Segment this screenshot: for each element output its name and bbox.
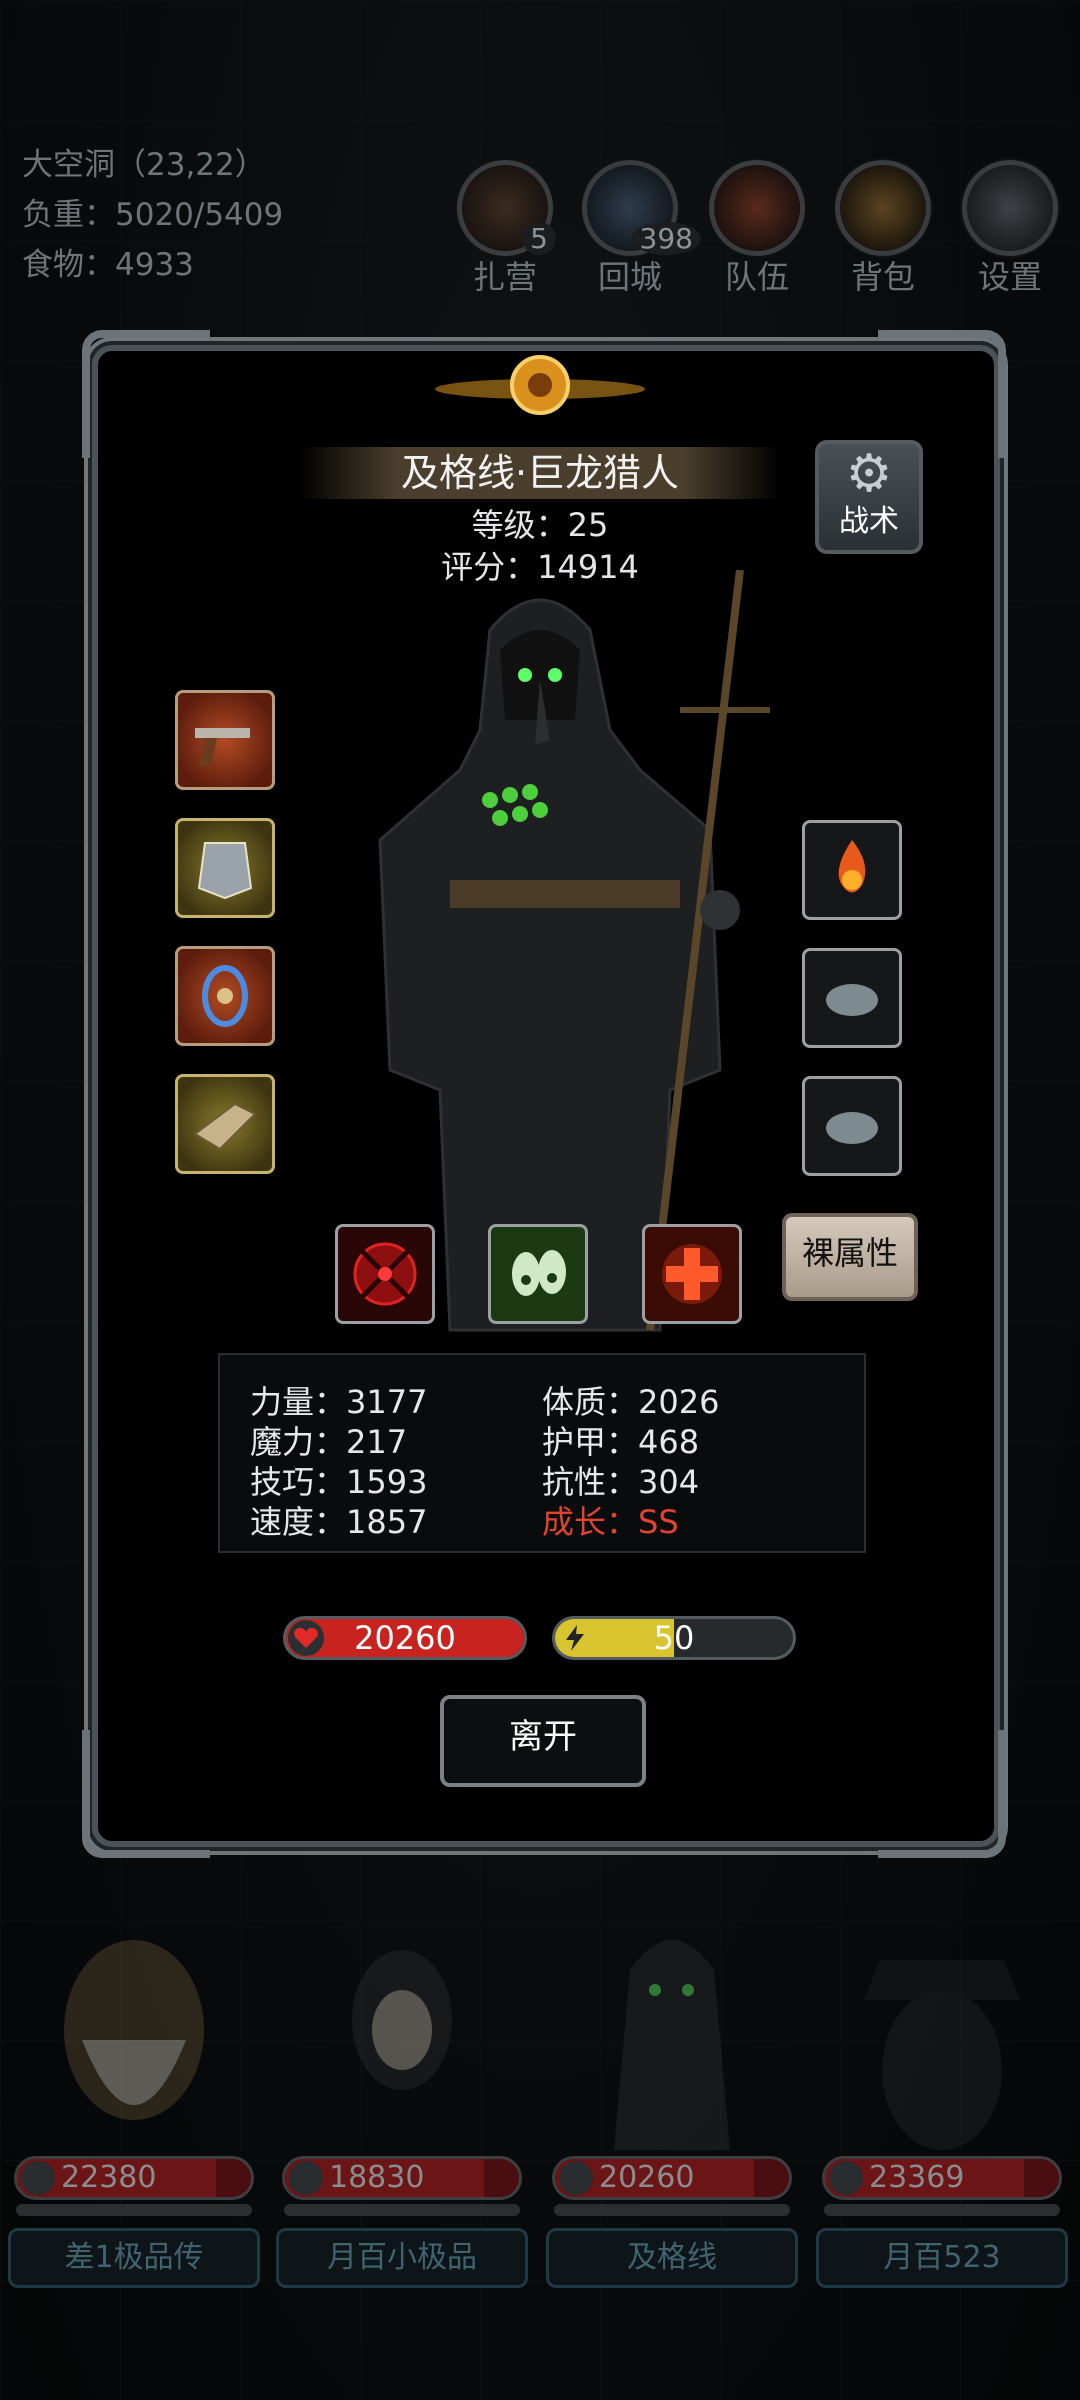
food-count: 食物：4933 <box>22 247 194 283</box>
hero-portrait <box>864 1960 1020 2150</box>
frame-corner <box>82 330 210 458</box>
menu-return-button[interactable]: 398 回城 <box>580 160 701 298</box>
equipment-slot-amulet[interactable] <box>175 946 275 1046</box>
team-tag[interactable]: 差1极品传 <box>8 2228 260 2288</box>
menu-backpack-button[interactable]: 背包 <box>833 160 933 298</box>
equipment-slot-armor[interactable] <box>175 818 275 918</box>
gauntlet-icon <box>193 1102 257 1151</box>
equipment-slot-gloves[interactable] <box>175 1074 275 1174</box>
team-hp-bar: 18830 <box>282 2156 522 2200</box>
return-badge: 398 <box>631 222 701 255</box>
shield-icon <box>21 2161 55 2195</box>
portal-icon: 398 <box>582 160 701 256</box>
team-hp-bar: 20260 <box>552 2156 792 2200</box>
hero-name: 及格线·巨龙猎人 <box>300 447 780 499</box>
hero-portrait <box>64 1940 204 2120</box>
shield-icon <box>559 2161 593 2195</box>
menu-team-button[interactable]: 队伍 <box>707 160 807 298</box>
stone-icon <box>826 984 878 1016</box>
skill-slot-1[interactable] <box>335 1224 435 1324</box>
frame-corner <box>878 330 1006 458</box>
skill-slot-3[interactable] <box>642 1224 742 1324</box>
crest-emblem-icon <box>435 355 645 415</box>
hero-portrait <box>352 1950 452 2090</box>
team-hp-bar: 22380 <box>14 2156 254 2200</box>
location-name: 大空洞（23,22） <box>22 147 266 183</box>
menu-team-label: 队伍 <box>724 258 789 296</box>
top-menu: 5 扎营 398 回城 队伍 背包 设置 <box>455 160 1065 296</box>
campfire-icon: 5 <box>457 160 556 256</box>
equipment-slot-accessory-1[interactable] <box>802 820 902 920</box>
menu-camp-button[interactable]: 5 扎营 <box>455 160 556 298</box>
stat-growth: 成长：SS <box>542 1503 679 1541</box>
team-hp-value: 22380 <box>61 2160 157 2195</box>
energy-value: 50 <box>653 1619 695 1657</box>
energy-bar: 50 <box>552 1616 796 1660</box>
team-card-1[interactable]: 22380 差1极品传 <box>4 1910 264 2290</box>
team-tag[interactable]: 月百523 <box>816 2228 1068 2288</box>
menu-camp-label: 扎营 <box>472 258 537 296</box>
team-card-3[interactable]: 20260 及格线 <box>542 1910 802 2290</box>
frame-corner <box>82 1730 210 1858</box>
team-tag[interactable]: 及格线 <box>546 2228 798 2288</box>
gear-icon: ⚙ <box>845 444 893 504</box>
hp-value: 20260 <box>354 1619 456 1657</box>
team-sub-bar <box>554 2204 790 2216</box>
menu-backpack-label: 背包 <box>850 258 915 296</box>
leave-button[interactable]: 离开 <box>440 1695 646 1787</box>
team-sub-bar <box>824 2204 1060 2216</box>
team-hp-value: 18830 <box>329 2160 425 2195</box>
location-info: 大空洞（23,22） 负重：5020/5409 食物：4933 <box>22 140 283 290</box>
armor-icon <box>197 842 253 900</box>
team-card-2[interactable]: 18830 月百小极品 <box>272 1910 532 2290</box>
base-attributes-button[interactable]: 裸属性 <box>782 1213 918 1301</box>
team-sub-bar <box>16 2204 252 2216</box>
equipment-slot-weapon[interactable] <box>175 690 275 790</box>
pistol-icon <box>195 728 250 766</box>
stats-panel: 力量：3177 魔力：217 技巧：1593 速度：1857 体质：2026 护… <box>218 1353 866 1553</box>
team-hp-bar: 23369 <box>822 2156 1062 2200</box>
amulet-icon <box>202 965 248 1027</box>
skill-slot-2[interactable] <box>488 1224 588 1324</box>
camp-badge: 5 <box>522 222 556 255</box>
load-capacity: 负重：5020/5409 <box>22 197 284 233</box>
crosshair-icon <box>353 1242 417 1306</box>
equipment-slot-accessory-3[interactable] <box>802 1076 902 1176</box>
stone-icon <box>826 1112 878 1144</box>
equipment-slot-accessory-2[interactable] <box>802 948 902 1048</box>
team-hp-value: 23369 <box>869 2160 965 2195</box>
heal-cross-icon <box>662 1244 722 1304</box>
team-card-4[interactable]: 23369 月百523 <box>812 1910 1072 2290</box>
poison-skull-icon <box>512 1250 566 1296</box>
stat-speed: 速度：1857 <box>250 1503 428 1541</box>
fire-orb-icon <box>838 840 866 893</box>
hp-bar: 20260 <box>283 1616 527 1660</box>
menu-return-label: 回城 <box>597 258 662 296</box>
team-icon <box>709 160 805 256</box>
shield-icon <box>829 2161 863 2195</box>
menu-settings-button[interactable]: 设置 <box>960 160 1060 298</box>
shield-icon <box>289 2161 323 2195</box>
menu-settings-label: 设置 <box>977 258 1042 296</box>
tactic-button[interactable]: ⚙ 战术 <box>815 440 923 554</box>
gear-icon <box>962 160 1058 256</box>
tactic-label: 战术 <box>839 504 899 539</box>
team-hp-value: 20260 <box>599 2160 695 2195</box>
hero-portrait <box>614 1940 730 2150</box>
team-sub-bar <box>284 2204 520 2216</box>
frame-corner <box>878 1730 1006 1858</box>
backpack-icon <box>835 160 931 256</box>
team-tag[interactable]: 月百小极品 <box>276 2228 528 2288</box>
